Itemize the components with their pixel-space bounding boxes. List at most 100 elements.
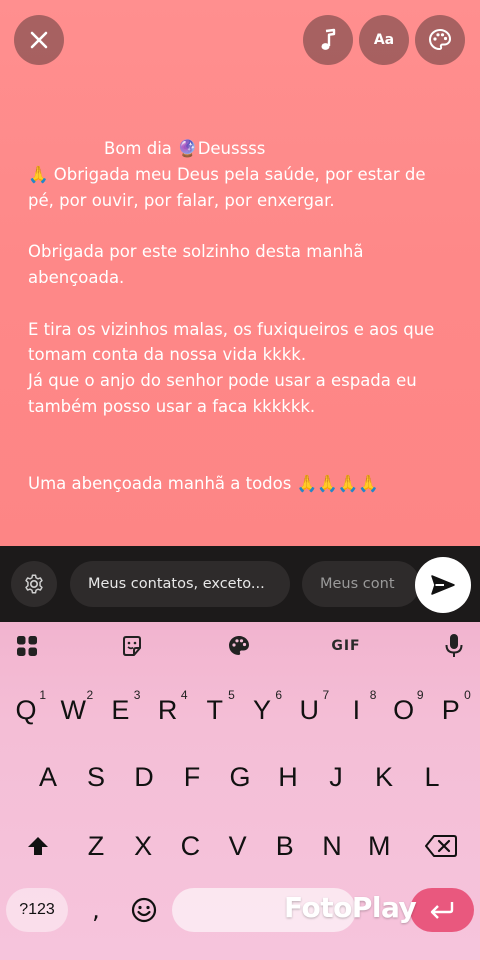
key-p[interactable]: P0 xyxy=(429,682,473,738)
status-line: Bom dia 🔮Deussss xyxy=(104,139,266,158)
key-s[interactable]: S xyxy=(74,749,118,805)
key-j[interactable]: J xyxy=(314,749,358,805)
backspace-key[interactable] xyxy=(416,818,466,874)
key-i[interactable]: I8 xyxy=(334,682,378,738)
close-button[interactable] xyxy=(14,15,64,65)
key-c[interactable]: C xyxy=(168,818,212,874)
key-number-hint: 3 xyxy=(133,688,141,702)
key-number-hint: 5 xyxy=(228,688,235,702)
send-arrow-icon xyxy=(431,575,455,595)
key-t[interactable]: T5 xyxy=(193,682,237,738)
key-label: U xyxy=(299,694,319,725)
key-label: Y xyxy=(252,694,271,725)
status-line: tomam conta da nossa vida kkkk. xyxy=(28,345,307,365)
key-o[interactable]: O9 xyxy=(382,682,426,738)
privacy-option-contacts[interactable]: Meus cont xyxy=(302,561,420,607)
key-label: W xyxy=(60,694,86,725)
key-label: I xyxy=(352,694,361,725)
music-button[interactable] xyxy=(303,15,353,65)
numbers-key[interactable]: ?123 xyxy=(6,888,68,932)
key-label: S xyxy=(86,761,105,792)
music-note-icon xyxy=(321,28,336,50)
key-label: E xyxy=(111,694,130,725)
background-color-button[interactable] xyxy=(415,15,465,65)
send-button[interactable] xyxy=(415,557,471,613)
gif-button[interactable]: GIF xyxy=(326,632,366,660)
key-label: K xyxy=(374,761,393,792)
status-text[interactable]: Bom dia 🔮Deussss 🙏 Obrigada meu Deus pel… xyxy=(28,136,458,497)
microphone-icon xyxy=(445,634,463,657)
key-m[interactable]: M xyxy=(357,818,401,874)
status-line: E tira os vizinhos malas, os fuxiqueiros… xyxy=(28,319,435,339)
key-l[interactable]: L xyxy=(410,749,454,805)
key-number-hint: 7 xyxy=(322,688,330,702)
status-line: Obrigada por este solzinho desta manhã xyxy=(28,242,364,262)
shift-icon xyxy=(28,837,48,855)
status-line xyxy=(28,420,458,446)
status-line: abençoada. xyxy=(28,267,125,287)
key-label: R xyxy=(157,694,178,725)
key-d[interactable]: D xyxy=(122,749,166,805)
key-x[interactable]: X xyxy=(121,818,165,874)
privacy-settings-button[interactable] xyxy=(11,561,57,607)
key-y[interactable]: Y6 xyxy=(240,682,284,738)
key-label: P xyxy=(441,694,460,725)
enter-key[interactable] xyxy=(410,888,474,932)
keyboard: GIF Q1W2E3R4T5Y6U7I8O9P0 ASDFGHJKL ZXCVB… xyxy=(0,622,480,960)
palette-icon xyxy=(428,28,452,51)
key-u[interactable]: U7 xyxy=(287,682,331,738)
status-composer[interactable]: Aa Bom dia 🔮Deussss 🙏 Obrigada meu Deus … xyxy=(0,0,480,546)
voice-input-button[interactable] xyxy=(440,632,468,660)
key-a[interactable]: A xyxy=(26,749,70,805)
key-label: T xyxy=(206,694,224,725)
key-label: M xyxy=(367,830,391,861)
shift-key[interactable] xyxy=(14,818,62,874)
key-number-hint: 0 xyxy=(464,688,471,702)
status-line: pé, por ouvir, por falar, por enxergar. xyxy=(28,190,335,210)
key-k[interactable]: K xyxy=(362,749,406,805)
grid-icon xyxy=(17,636,37,656)
key-r[interactable]: R4 xyxy=(146,682,190,738)
key-label: H xyxy=(278,761,298,792)
key-number-hint: 6 xyxy=(275,688,282,702)
emoji-key[interactable] xyxy=(120,888,168,932)
sticker-icon xyxy=(123,636,141,656)
key-b[interactable]: B xyxy=(263,818,307,874)
apps-button[interactable] xyxy=(13,632,41,660)
key-f[interactable]: F xyxy=(170,749,214,805)
key-label: O xyxy=(393,694,415,725)
key-number-hint: 1 xyxy=(39,688,46,702)
space-key[interactable] xyxy=(172,888,356,932)
key-h[interactable]: H xyxy=(266,749,310,805)
key-z[interactable]: Z xyxy=(74,818,118,874)
key-q[interactable]: Q1 xyxy=(4,682,48,738)
key-label: B xyxy=(275,830,294,861)
key-label: N xyxy=(322,830,342,861)
key-label: Q xyxy=(15,694,37,725)
status-line xyxy=(28,291,458,317)
gear-icon xyxy=(25,574,43,594)
sticker-button[interactable] xyxy=(118,632,146,660)
key-label: D xyxy=(134,761,154,792)
status-line: também posso usar a faca kkkkkk. xyxy=(28,396,316,416)
key-label: A xyxy=(38,761,57,792)
key-v[interactable]: V xyxy=(216,818,260,874)
key-label: C xyxy=(180,830,201,861)
key-e[interactable]: E3 xyxy=(98,682,142,738)
comma-key[interactable]: , xyxy=(80,888,112,932)
status-line: Já que o anjo do senhor pode usar a espa… xyxy=(28,371,417,391)
text-style-label: Aa xyxy=(373,32,395,48)
key-n[interactable]: N xyxy=(310,818,354,874)
key-g[interactable]: G xyxy=(218,749,262,805)
palette-icon xyxy=(229,636,249,655)
key-number-hint: 8 xyxy=(369,688,377,702)
theme-button[interactable] xyxy=(225,632,253,660)
key-label: G xyxy=(229,761,251,792)
status-line xyxy=(28,446,458,472)
key-w[interactable]: W2 xyxy=(51,682,95,738)
key-label: F xyxy=(183,761,201,792)
privacy-option-contacts-except[interactable]: Meus contatos, exceto... xyxy=(70,561,290,607)
key-label: X xyxy=(134,830,153,861)
text-style-button[interactable]: Aa xyxy=(359,15,409,65)
backspace-icon xyxy=(425,835,457,857)
